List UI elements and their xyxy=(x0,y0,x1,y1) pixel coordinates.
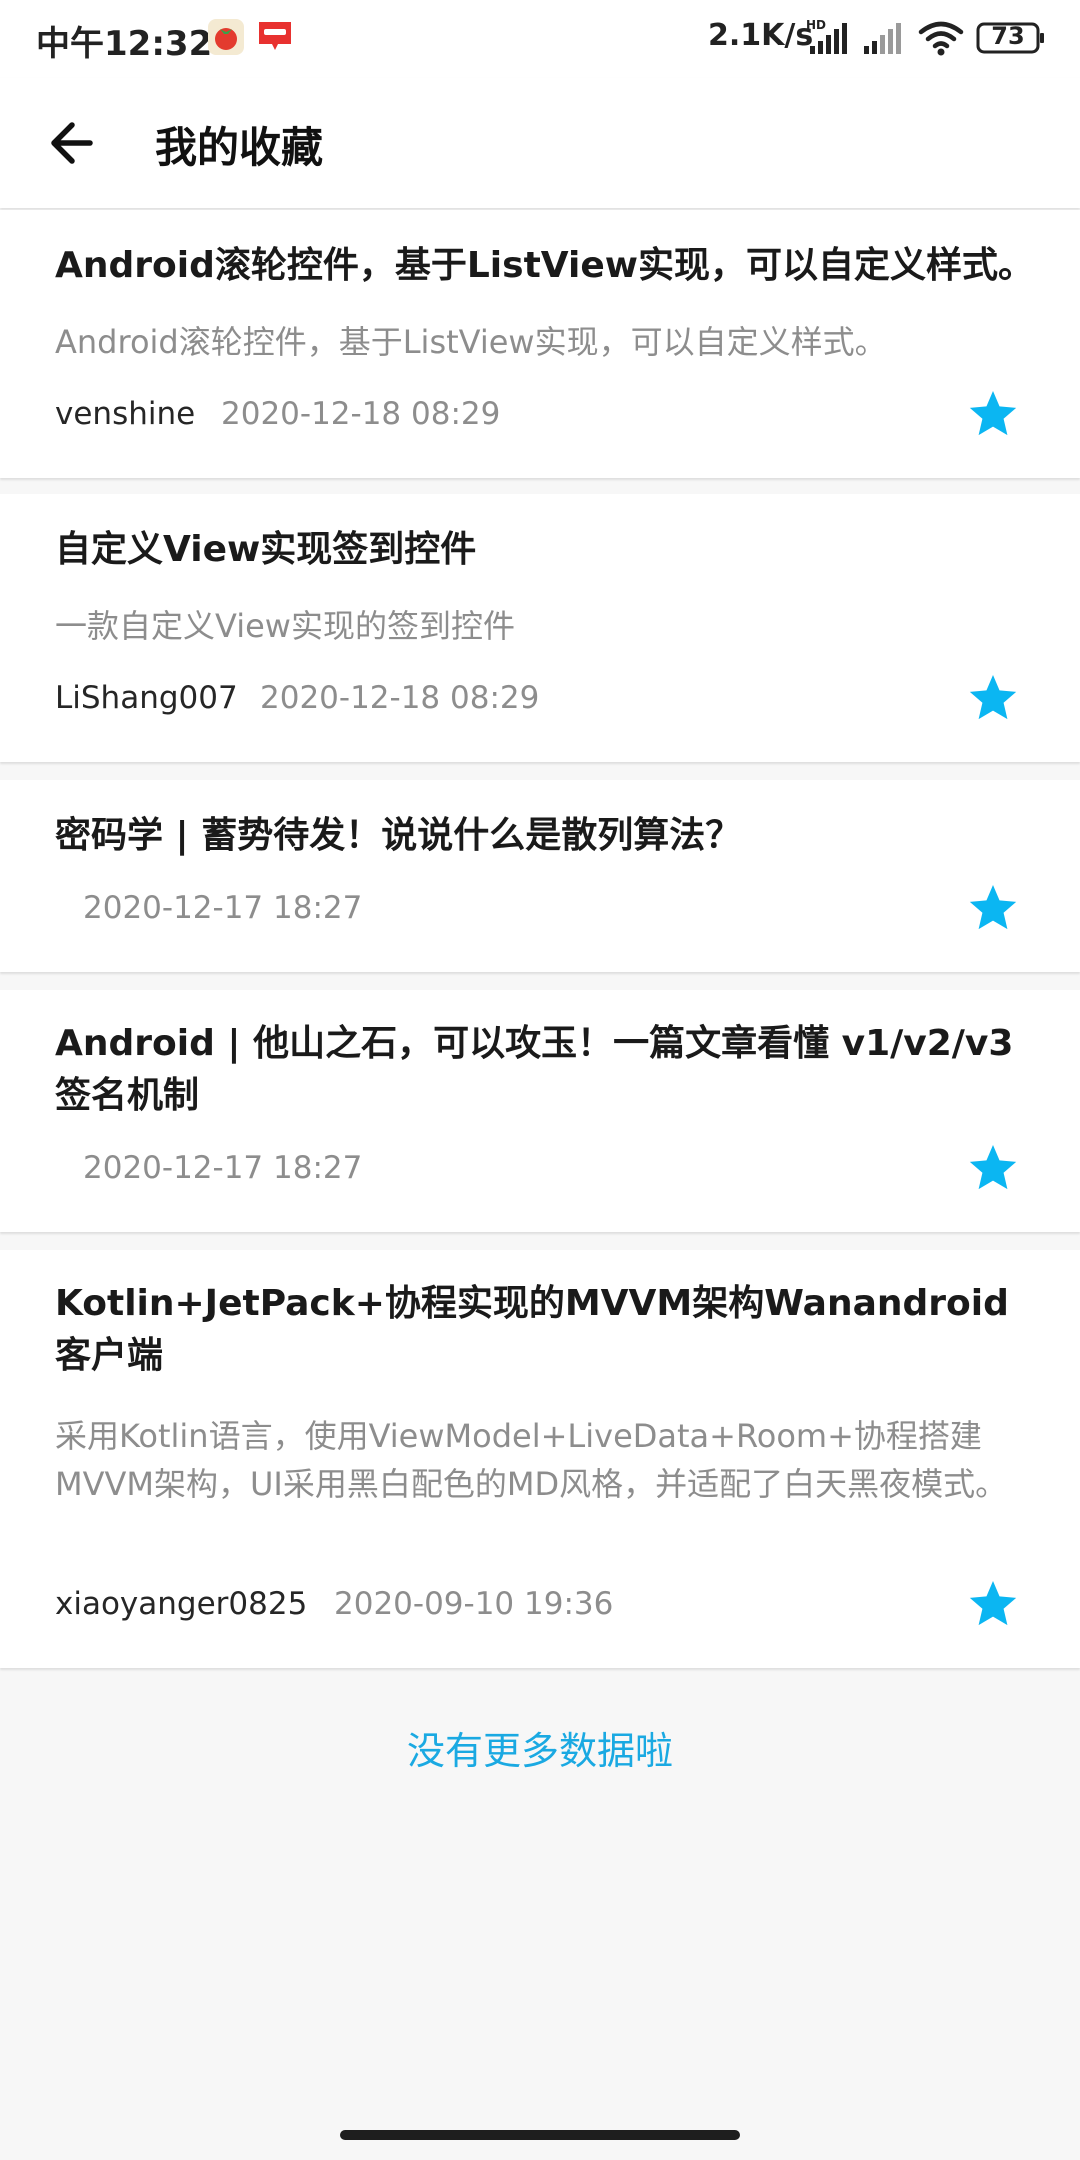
status-time: 中午12:32 xyxy=(36,24,213,64)
article-title: 自定义View实现签到控件 xyxy=(55,529,477,570)
favorite-star-icon[interactable] xyxy=(966,671,1020,725)
article-description: 一款自定义View实现的签到控件 xyxy=(55,607,515,645)
article-date: 2020-09-10 19:36 xyxy=(334,1586,614,1622)
app-bar: 我的收藏 xyxy=(0,78,1080,208)
article-card[interactable]: Kotlin+JetPack+协程实现的MVVM架构Wanandroid客户端 … xyxy=(0,1250,1080,1668)
back-button[interactable] xyxy=(40,108,110,178)
article-title: 密码学 | 蓄势待发！说说什么是散列算法？ xyxy=(55,815,742,856)
page-title: 我的收藏 xyxy=(155,123,324,172)
article-card[interactable]: 自定义View实现签到控件 一款自定义View实现的签到控件 LiShang00… xyxy=(0,494,1080,762)
favorite-star-icon[interactable] xyxy=(966,1141,1020,1195)
article-title: Kotlin+JetPack+协程实现的MVVM架构Wanandroid客户端 xyxy=(55,1283,1009,1376)
favorite-star-icon[interactable] xyxy=(966,1577,1020,1631)
hd-signal-icon: HD xyxy=(806,18,847,54)
article-description: 采用Kotlin语言，使用ViewModel+LiveData+Room+协程搭… xyxy=(55,1417,1008,1503)
article-card[interactable]: Android滚轮控件，基于ListView实现，可以自定义样式。 Androi… xyxy=(0,210,1080,478)
back-arrow-icon xyxy=(51,122,93,164)
hd-label: HD xyxy=(806,18,826,32)
status-bar: 中午12:32 2.1K/s HD 73 xyxy=(0,0,1080,78)
network-speed: 2.1K/s xyxy=(708,18,814,53)
battery-level: 73 xyxy=(991,22,1025,50)
favorite-star-icon[interactable] xyxy=(966,387,1020,441)
no-more-data-label: 没有更多数据啦 xyxy=(406,1729,673,1773)
home-indicator[interactable] xyxy=(340,2130,740,2140)
article-author: venshine xyxy=(55,396,196,432)
article-author: LiShang007 xyxy=(55,680,238,716)
article-author: xiaoyanger0825 xyxy=(55,1586,308,1622)
article-date: 2020-12-18 08:29 xyxy=(221,396,501,432)
article-date: 2020-12-18 08:29 xyxy=(260,680,540,716)
red-app-icon xyxy=(259,22,291,50)
article-title: Android | 他山之石，可以攻玉！一篇文章看懂 v1/v2/v3 签名机制 xyxy=(55,1023,1014,1116)
article-card[interactable]: 密码学 | 蓄势待发！说说什么是散列算法？ 2020-12-17 18:27 xyxy=(0,780,1080,972)
article-date: 2020-12-17 18:27 xyxy=(83,890,363,926)
tomato-app-icon xyxy=(208,19,244,55)
article-card[interactable]: Android | 他山之石，可以攻玉！一篇文章看懂 v1/v2/v3 签名机制… xyxy=(0,990,1080,1232)
signal-icon xyxy=(864,23,901,54)
article-title: Android滚轮控件，基于ListView实现，可以自定义样式。 xyxy=(55,245,1035,286)
wifi-icon xyxy=(918,21,964,56)
article-date: 2020-12-17 18:27 xyxy=(83,1150,363,1186)
favorite-star-icon[interactable] xyxy=(966,881,1020,935)
article-description: Android滚轮控件，基于ListView实现，可以自定义样式。 xyxy=(55,323,887,361)
